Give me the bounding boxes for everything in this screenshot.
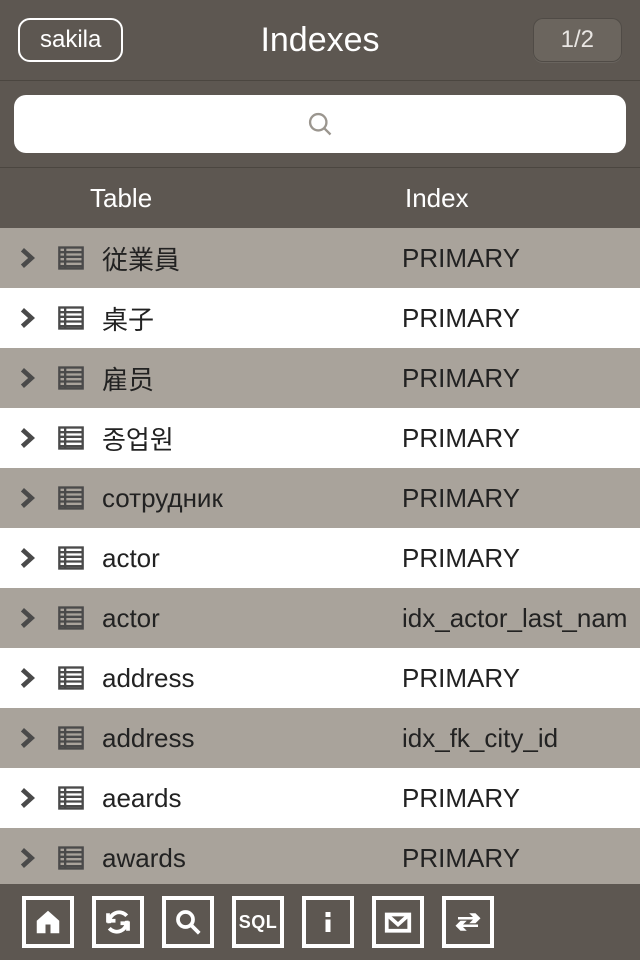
chevron-right-icon <box>0 784 54 812</box>
home-icon <box>33 907 63 937</box>
row-index-name: PRIMARY <box>402 663 640 694</box>
refresh-button[interactable] <box>92 896 144 948</box>
table-icon <box>54 544 88 572</box>
page-label: 1/2 <box>561 26 594 53</box>
table-icon <box>54 664 88 692</box>
table-row[interactable]: actorPRIMARY <box>0 528 640 588</box>
row-table-name: сотрудник <box>102 483 402 514</box>
table-row[interactable]: 종업원PRIMARY <box>0 408 640 468</box>
table-row[interactable]: actoridx_actor_last_nam <box>0 588 640 648</box>
row-index-name: PRIMARY <box>402 543 640 574</box>
search-bar <box>0 80 640 168</box>
row-index-name: PRIMARY <box>402 363 640 394</box>
chevron-right-icon <box>0 364 54 392</box>
find-icon <box>173 907 203 937</box>
row-index-name: PRIMARY <box>402 783 640 814</box>
database-selector[interactable]: sakila <box>18 18 123 62</box>
row-table-name: awards <box>102 843 402 874</box>
table-row[interactable]: 従業員PRIMARY <box>0 228 640 288</box>
table-icon <box>54 364 88 392</box>
row-index-name: PRIMARY <box>402 843 640 874</box>
find-button[interactable] <box>162 896 214 948</box>
table-icon <box>54 784 88 812</box>
table-row[interactable]: 雇员PRIMARY <box>0 348 640 408</box>
row-table-name: address <box>102 663 402 694</box>
row-index-name: idx_actor_last_nam <box>402 603 640 634</box>
page-indicator[interactable]: 1/2 <box>533 18 622 62</box>
row-table-name: 従業員 <box>102 240 402 277</box>
info-button[interactable] <box>302 896 354 948</box>
table-row[interactable]: aeardsPRIMARY <box>0 768 640 828</box>
row-table-name: address <box>102 723 402 754</box>
row-index-name: PRIMARY <box>402 483 640 514</box>
column-headers: Table Index <box>0 168 640 228</box>
row-table-name: actor <box>102 603 402 634</box>
search-input[interactable] <box>14 95 626 153</box>
table-icon <box>54 604 88 632</box>
table-icon <box>54 244 88 272</box>
table-row[interactable]: 桌子PRIMARY <box>0 288 640 348</box>
row-table-name: 雇员 <box>102 360 402 397</box>
chevron-right-icon <box>0 244 54 272</box>
row-table-name: actor <box>102 543 402 574</box>
search-icon <box>306 110 334 138</box>
chevron-right-icon <box>0 724 54 752</box>
bottom-toolbar: SQL <box>0 884 640 960</box>
row-table-name: 桌子 <box>102 300 402 337</box>
swap-button[interactable] <box>442 896 494 948</box>
swap-icon <box>453 907 483 937</box>
rows-container: 従業員PRIMARY桌子PRIMARY雇员PRIMARY종업원PRIMARYсо… <box>0 228 640 884</box>
header-bar: sakila Indexes 1/2 <box>0 0 640 80</box>
table-row[interactable]: addressPRIMARY <box>0 648 640 708</box>
row-table-name: aeards <box>102 783 402 814</box>
info-icon <box>313 907 343 937</box>
column-header-index: Index <box>405 183 469 214</box>
table-row[interactable]: awardsPRIMARY <box>0 828 640 884</box>
home-button[interactable] <box>22 896 74 948</box>
row-index-name: PRIMARY <box>402 423 640 454</box>
row-index-name: PRIMARY <box>402 243 640 274</box>
chevron-right-icon <box>0 544 54 572</box>
table-icon <box>54 424 88 452</box>
table-icon <box>54 484 88 512</box>
table-row[interactable]: сотрудникPRIMARY <box>0 468 640 528</box>
refresh-icon <box>103 907 133 937</box>
mail-icon <box>383 907 413 937</box>
table-icon <box>54 844 88 872</box>
column-header-table: Table <box>90 183 152 214</box>
chevron-right-icon <box>0 424 54 452</box>
chevron-right-icon <box>0 604 54 632</box>
chevron-right-icon <box>0 844 54 872</box>
table-icon <box>54 724 88 752</box>
row-index-name: idx_fk_city_id <box>402 723 640 754</box>
mail-button[interactable] <box>372 896 424 948</box>
row-index-name: PRIMARY <box>402 303 640 334</box>
row-table-name: 종업원 <box>102 420 402 457</box>
table-icon <box>54 304 88 332</box>
chevron-right-icon <box>0 304 54 332</box>
database-label: sakila <box>40 26 101 53</box>
sql-button[interactable]: SQL <box>232 896 284 948</box>
table-row[interactable]: addressidx_fk_city_id <box>0 708 640 768</box>
chevron-right-icon <box>0 484 54 512</box>
sql-icon: SQL <box>239 912 278 933</box>
chevron-right-icon <box>0 664 54 692</box>
